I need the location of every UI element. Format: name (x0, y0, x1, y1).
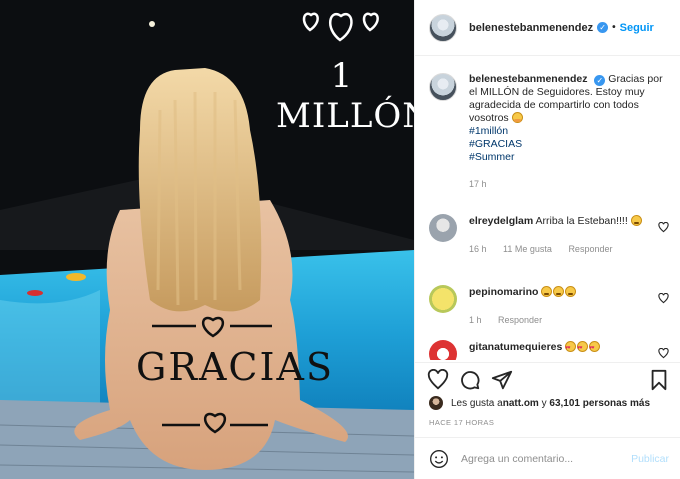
action-bar (415, 362, 680, 394)
comments-list[interactable]: belenestebanmenendez ✓ Gracias por el MI… (415, 57, 680, 360)
emoji-picker-icon[interactable] (429, 449, 449, 469)
comment-text: Arriba la Esteban!!!! (535, 215, 628, 227)
comment-username[interactable]: gitanatumequieres (469, 341, 562, 353)
save-bookmark-icon[interactable] (649, 369, 669, 391)
comment-time[interactable]: 1 h (469, 315, 482, 325)
heart-eyes-emoji-icon (577, 341, 589, 355)
follow-button[interactable]: Seguir (620, 22, 654, 34)
like-comment-heart-icon[interactable] (658, 293, 669, 304)
add-comment-bar: Publicar (415, 437, 680, 479)
share-paper-plane-icon[interactable] (491, 369, 513, 391)
raising-hands-emoji-icon (553, 286, 565, 297)
commenter-avatar[interactable] (429, 214, 457, 242)
verified-badge-icon: ✓ (594, 75, 606, 86)
likes-summary: Les gusta a natt.om y 63,101 personas má… (429, 394, 675, 412)
post-sidebar: belenestebanmenendez ✓ • Seguir belenest… (414, 0, 680, 479)
overlay-million-text: 1 MILLÓN (276, 56, 414, 136)
heart-eyes-emoji-icon (565, 341, 577, 355)
likes-prefix: Les gusta a (451, 397, 503, 409)
reply-button[interactable]: Responder (568, 244, 612, 254)
caption-username[interactable]: belenestebanmenendez (469, 73, 587, 85)
comment-username[interactable]: elreydelglam (469, 215, 533, 227)
raising-hands-emoji-icon (630, 215, 642, 226)
hashtag-1millon[interactable]: #1millón (469, 125, 665, 138)
commenter-avatar[interactable] (429, 285, 457, 313)
like-heart-icon[interactable] (427, 369, 449, 391)
post-header: belenestebanmenendez ✓ • Seguir (415, 0, 680, 56)
hashtag-summer[interactable]: #Summer (469, 151, 665, 164)
reply-button[interactable]: Responder (498, 315, 542, 325)
post-photo[interactable]: 1 MILLÓN GRACIAS (0, 0, 414, 479)
comment-likes[interactable]: 11 Me gusta (503, 244, 552, 254)
likes-middle: y (538, 397, 550, 409)
author-avatar[interactable] (429, 13, 457, 42)
author-username[interactable]: belenestebanmenendez (469, 22, 593, 34)
publish-comment-button[interactable]: Publicar (631, 453, 669, 465)
commenter-avatar[interactable] (429, 340, 457, 360)
likes-count[interactable]: 63,101 personas más (549, 398, 650, 409)
caption-time[interactable]: 17 h (469, 178, 665, 191)
liker-username[interactable]: natt.om (503, 398, 539, 409)
caption-avatar[interactable] (429, 73, 457, 101)
heart-eyes-emoji-icon (589, 341, 601, 355)
raising-hands-emoji-icon (541, 286, 553, 297)
comment-input[interactable] (461, 452, 632, 465)
like-comment-heart-icon[interactable] (658, 222, 669, 233)
overlay-gracias-text: GRACIAS (136, 345, 334, 389)
hugging-face-emoji-icon (511, 112, 523, 123)
comment-bubble-icon[interactable] (459, 369, 481, 391)
like-comment-heart-icon[interactable] (658, 348, 669, 359)
liker-avatar[interactable] (429, 396, 443, 410)
comment-time[interactable]: 16 h (469, 244, 487, 254)
hashtag-gracias[interactable]: #GRACIAS (469, 138, 665, 151)
posted-time[interactable]: HACE 17 HORAS (429, 418, 494, 427)
raising-hands-emoji-icon (565, 286, 577, 297)
instagram-post: 1 MILLÓN GRACIAS belenestebanmenendez ✓ … (0, 0, 680, 479)
comment-username[interactable]: pepinomarino (469, 286, 538, 298)
header-separator: • (612, 22, 616, 33)
verified-badge-icon: ✓ (597, 22, 609, 33)
